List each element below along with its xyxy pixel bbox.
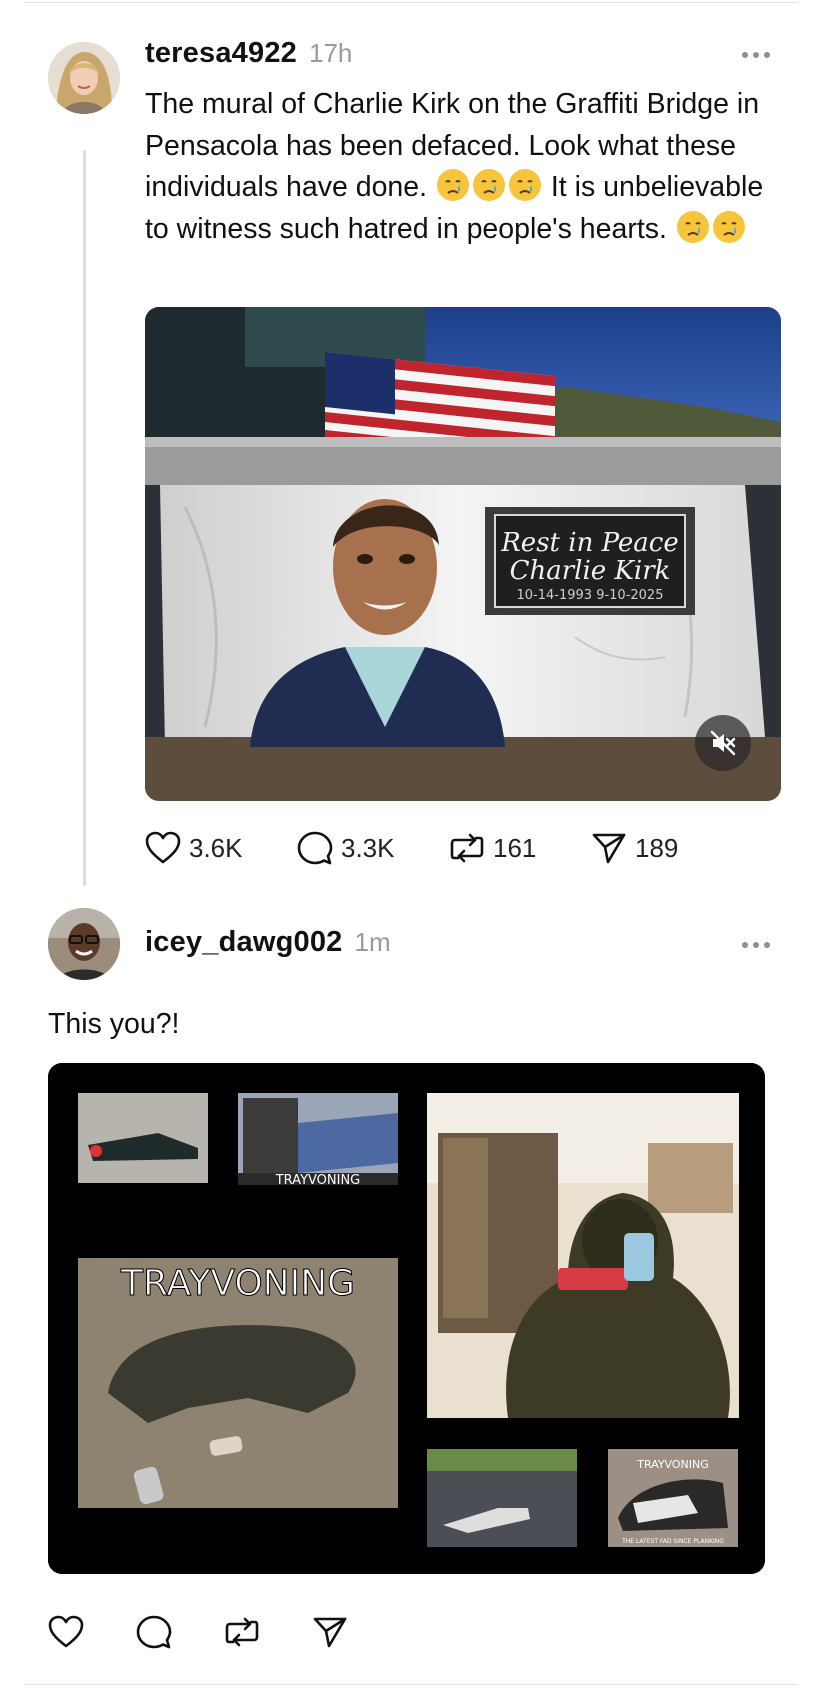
reply-count: 3.3K — [341, 832, 395, 863]
repost-icon — [225, 1617, 259, 1647]
avatar-photo — [48, 42, 120, 114]
avatar[interactable] — [48, 908, 120, 980]
username[interactable]: icey_dawg002 — [145, 926, 342, 959]
repost-button[interactable] — [224, 1614, 312, 1650]
speaker-muted-icon[interactable] — [695, 715, 751, 771]
reply-button[interactable] — [136, 1614, 224, 1650]
top-divider — [24, 2, 798, 3]
heart-icon — [48, 1615, 84, 1648]
crying-face-icon — [676, 210, 709, 243]
repost-icon — [450, 833, 484, 863]
mural-photo: Rest in Peace Charlie Kirk 10-14-1993 9-… — [145, 307, 781, 801]
share-button[interactable]: 189 — [591, 831, 678, 865]
post-image[interactable]: Rest in Peace Charlie Kirk 10-14-1993 9-… — [145, 307, 781, 801]
comment-icon — [136, 1615, 172, 1649]
post-image[interactable]: TRAYVONING TRAYVONING TRAYVONING THE LAT… — [48, 1063, 765, 1574]
crying-face-icon — [508, 169, 541, 201]
like-button[interactable] — [48, 1615, 136, 1649]
post-header: teresa4922 17h — [145, 37, 352, 70]
collage-caption-corner-top: TRAYVONING — [636, 1458, 709, 1471]
bottom-divider — [24, 1684, 798, 1685]
collage-caption-small: TRAYVONING — [275, 1173, 361, 1188]
more-dots-icon[interactable] — [742, 51, 772, 59]
thread-line — [83, 150, 86, 886]
reply-button[interactable]: 3.3K — [297, 830, 449, 866]
username[interactable]: teresa4922 — [145, 37, 297, 70]
repost-count: 161 — [493, 832, 537, 863]
crying-face-icon — [472, 169, 505, 201]
timestamp: 1m — [354, 927, 391, 957]
post-actions: 3.6K 3.3K 161 189 — [145, 830, 678, 866]
mural-line1: Rest in Peace — [500, 528, 679, 558]
collage-caption-corner-bottom: THE LATEST FAD SINCE PLANKING — [621, 1538, 724, 1545]
share-count: 189 — [635, 832, 679, 863]
collage-caption-large: TRAYVONING — [120, 1263, 355, 1304]
post-header: icey_dawg002 1m — [145, 926, 391, 959]
repost-button[interactable]: 161 — [449, 830, 591, 866]
like-count: 3.6K — [189, 832, 243, 863]
collage-photo: TRAYVONING TRAYVONING TRAYVONING THE LAT… — [48, 1063, 765, 1574]
timestamp: 17h — [308, 38, 353, 68]
send-icon — [592, 833, 626, 864]
mural-dates: 10-14-1993 9-10-2025 — [517, 588, 664, 603]
avatar-photo — [48, 908, 120, 980]
mural-line2: Charlie Kirk — [510, 556, 671, 586]
post-text: The mural of Charlie Kirk on the Graffit… — [145, 84, 790, 250]
send-icon — [313, 1617, 347, 1648]
avatar[interactable] — [48, 42, 120, 114]
share-button[interactable] — [312, 1615, 348, 1649]
post-text: This you?! — [48, 1008, 180, 1040]
crying-face-icon — [712, 210, 745, 243]
like-button[interactable]: 3.6K — [145, 831, 297, 865]
more-dots-icon[interactable] — [742, 941, 772, 949]
crying-face-icon — [436, 169, 469, 201]
heart-icon — [145, 831, 181, 864]
comment-icon — [297, 831, 333, 865]
post-actions — [48, 1614, 348, 1650]
